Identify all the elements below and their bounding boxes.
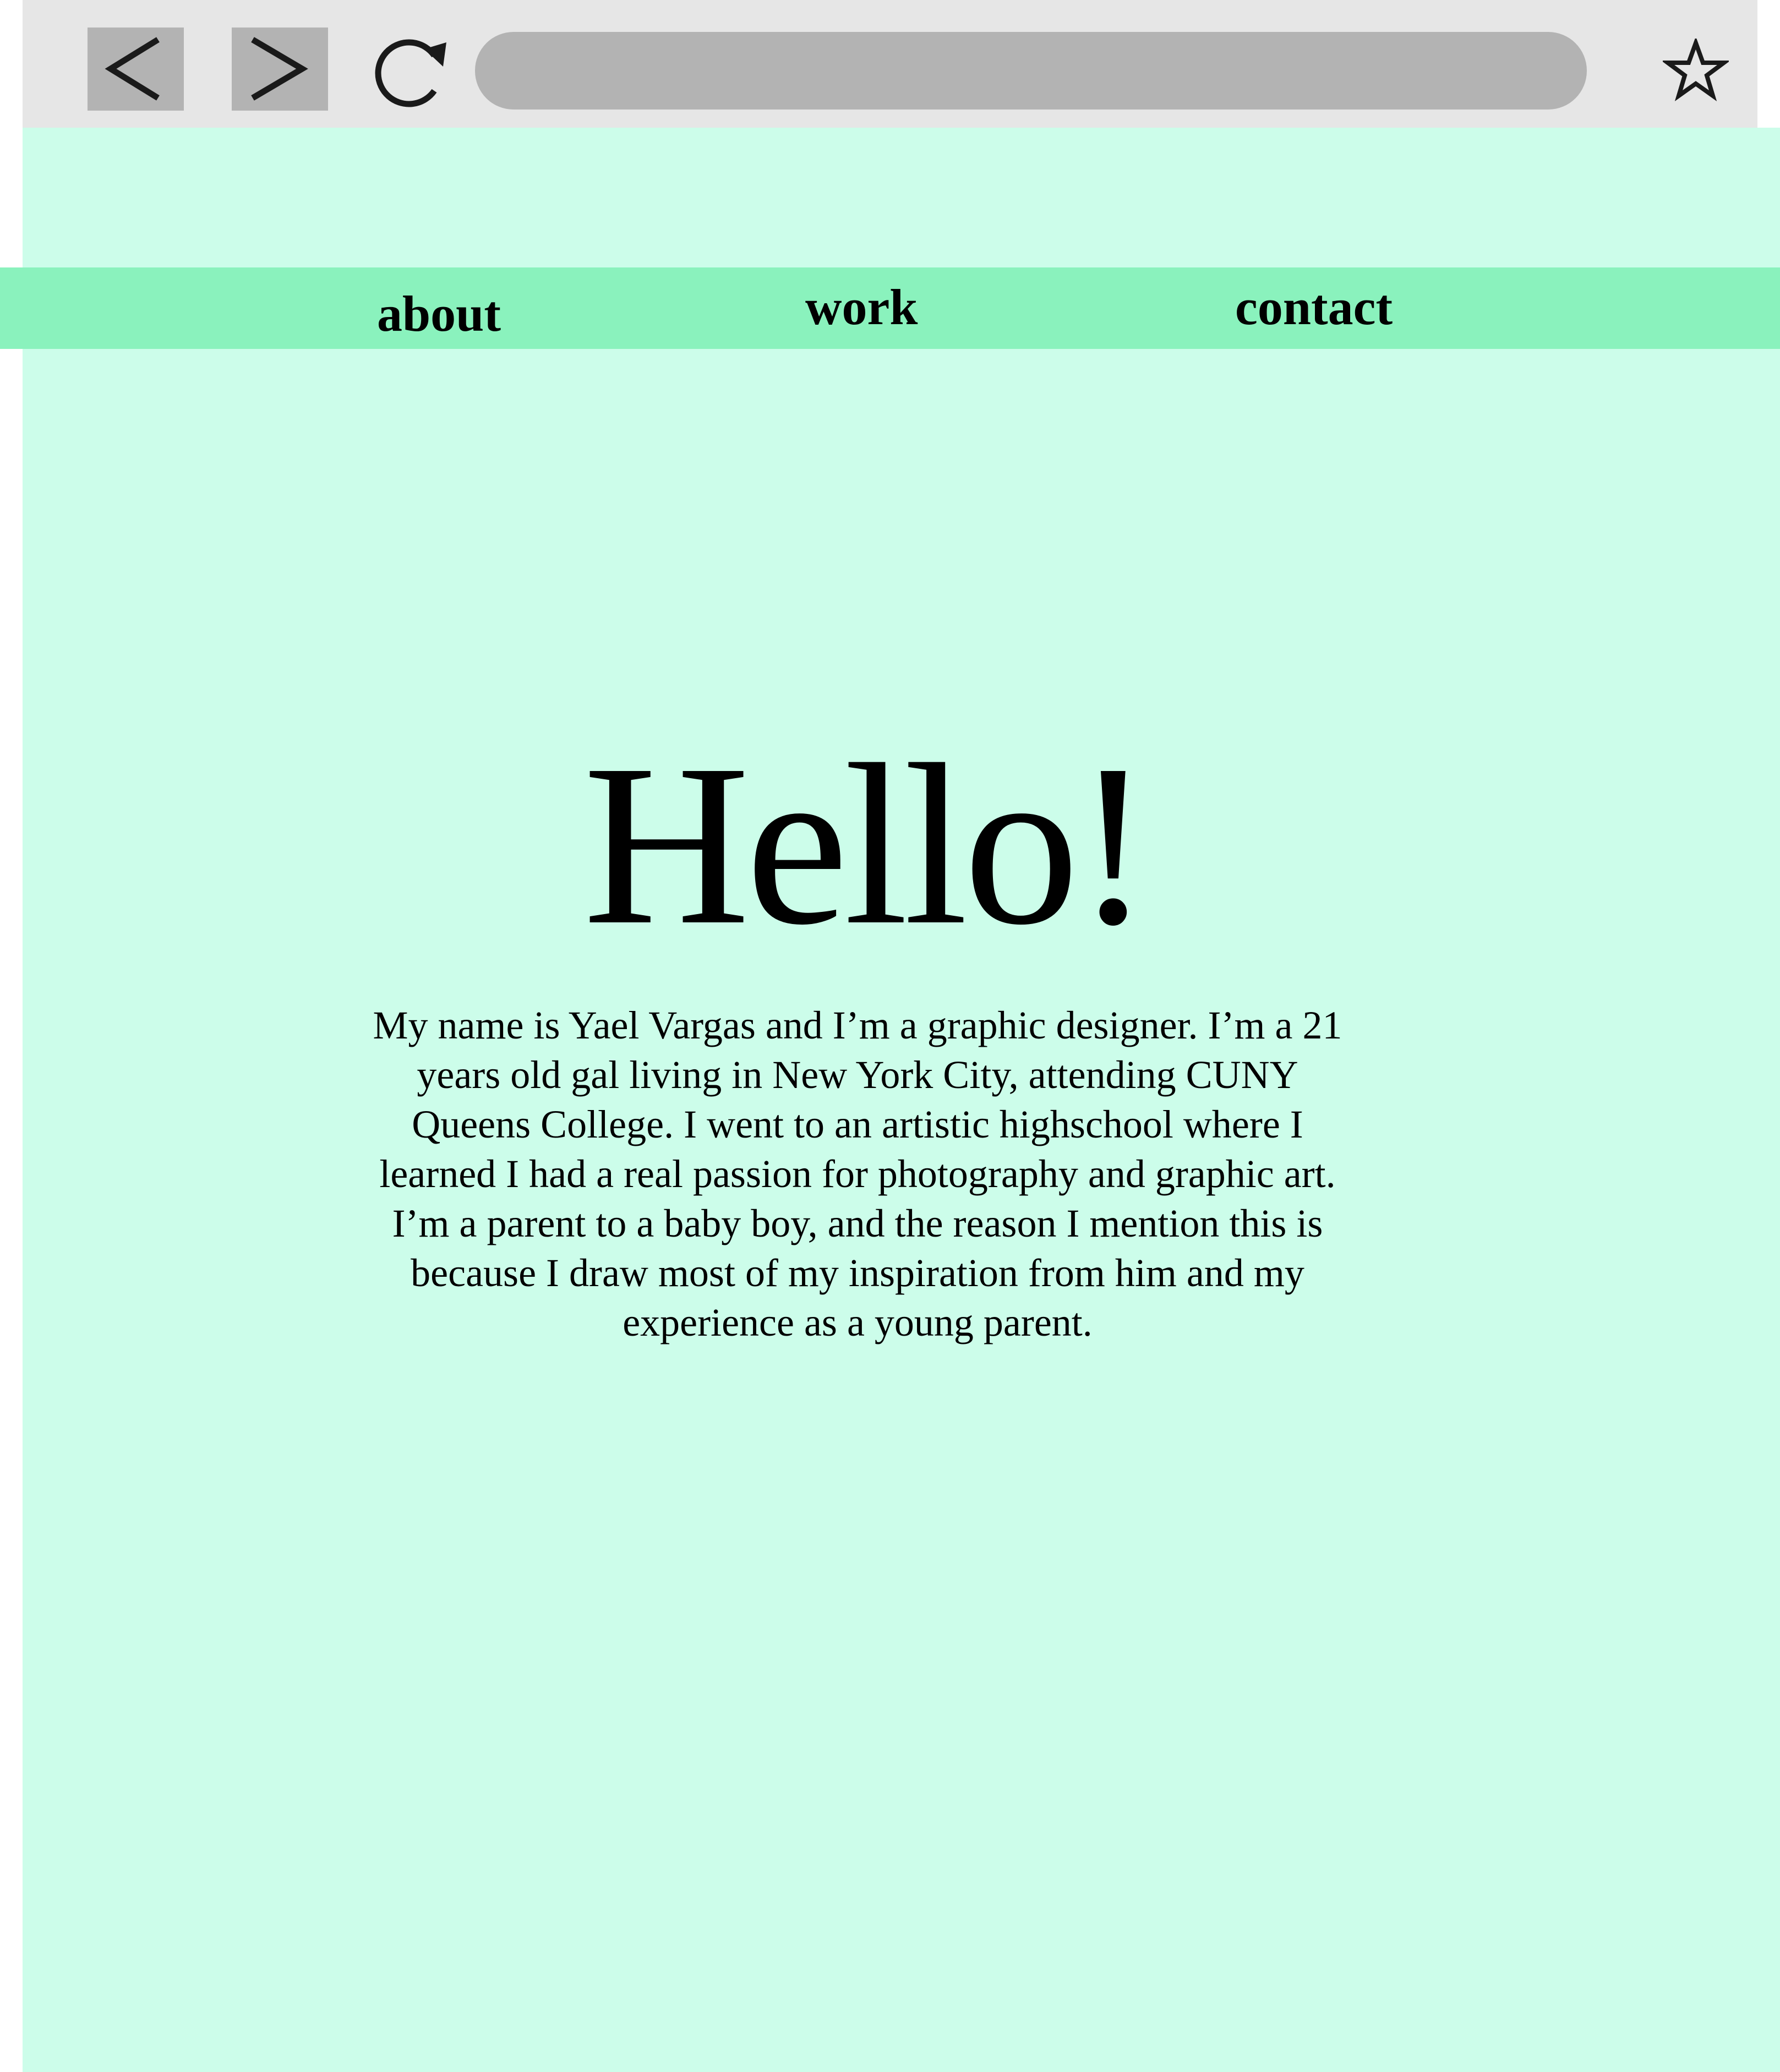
chevron-left-icon [105,37,160,101]
hero-heading: Hello! [583,717,1152,972]
back-button[interactable] [88,28,184,111]
bio-paragraph: My name is Yael Vargas and I’m a graphic… [373,1003,1342,1344]
chevron-right-icon [251,37,308,101]
browser-toolbar [23,0,1757,128]
forward-button[interactable] [232,28,328,111]
reload-button[interactable] [369,30,452,113]
nav-link-work[interactable]: work [805,282,918,332]
address-bar-input[interactable] [475,32,1587,110]
reload-icon [375,39,446,107]
bookmark-button[interactable] [1661,36,1731,102]
site-navigation: about work contact [0,267,1780,349]
nav-link-about[interactable]: about [377,288,501,339]
star-icon [1661,36,1731,101]
nav-link-contact[interactable]: contact [1235,282,1393,332]
